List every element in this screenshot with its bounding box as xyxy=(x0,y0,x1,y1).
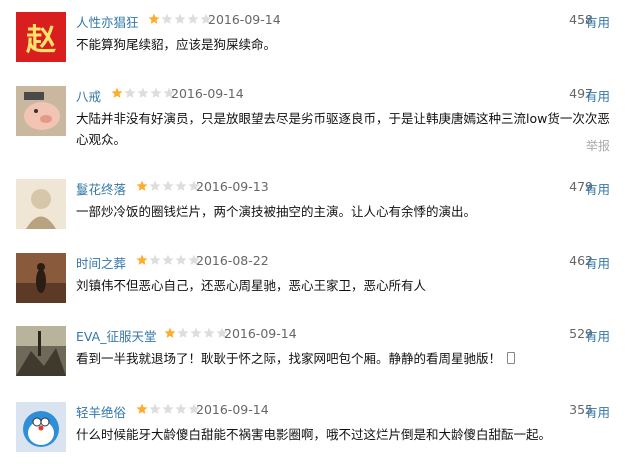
username-link[interactable]: 八戒 xyxy=(76,86,101,105)
silhouette-avatar-image xyxy=(16,253,66,303)
star-empty-icon xyxy=(175,403,187,414)
review-text: 一部炒冷饭的圈钱烂片，两个演技被抽空的主演。让人心有余悸的演出。 xyxy=(76,204,477,219)
rating-stars xyxy=(111,87,175,100)
avatar[interactable] xyxy=(16,86,66,136)
star-filled-icon xyxy=(136,180,148,191)
star-empty-icon xyxy=(149,180,161,191)
username-link[interactable]: 时间之葬 xyxy=(76,253,126,272)
star-empty-icon xyxy=(150,87,162,98)
review-date: 2016-09-14 xyxy=(196,402,269,417)
useful-button[interactable]: 有用 xyxy=(585,86,610,105)
review-date: 2016-09-13 xyxy=(196,179,269,194)
mobile-icon xyxy=(507,352,516,364)
star-empty-icon xyxy=(162,403,174,414)
star-empty-icon xyxy=(177,327,189,338)
star-empty-icon xyxy=(149,403,161,414)
star-empty-icon xyxy=(187,13,199,24)
star-filled-icon xyxy=(136,254,148,265)
avatar-logo-text: 赵 xyxy=(26,23,56,58)
star-empty-icon xyxy=(162,180,174,191)
report-link[interactable]: 举报 xyxy=(586,137,610,154)
star-empty-icon xyxy=(137,87,149,98)
username-link[interactable]: 轻羊绝俗 xyxy=(76,402,126,421)
review-text: 大陆并非没有好演员，只是放眼望去尽是劣币驱逐良币，于是让韩庚唐嫣这种三流low货… xyxy=(76,111,610,147)
star-filled-icon xyxy=(164,327,176,338)
useful-button[interactable]: 有用 xyxy=(585,253,610,272)
rating-stars xyxy=(136,180,200,193)
star-filled-icon xyxy=(136,403,148,414)
review-date: 2016-09-14 xyxy=(224,326,297,341)
avatar[interactable] xyxy=(16,253,66,303)
review-date: 2016-09-14 xyxy=(171,86,244,101)
review-text-body: 看到一半我就退场了！耿耿于怀之际，找家网吧包个厢。静静的看周星驰版！ xyxy=(76,351,502,366)
star-empty-icon xyxy=(190,327,202,338)
star-filled-icon xyxy=(111,87,123,98)
painting-avatar-image xyxy=(16,326,66,376)
useful-button[interactable]: 有用 xyxy=(585,402,610,421)
pig-avatar-image xyxy=(16,86,66,136)
star-filled-icon xyxy=(148,13,160,24)
star-empty-icon xyxy=(174,13,186,24)
star-empty-icon xyxy=(149,254,161,265)
star-empty-icon xyxy=(203,327,215,338)
useful-button[interactable]: 有用 xyxy=(585,326,610,345)
review-text: 不能算狗尾续貂，应该是狗屎续命。 xyxy=(76,37,277,52)
rating-stars xyxy=(136,254,200,267)
username-link[interactable]: 鬘花终落 xyxy=(76,179,126,198)
star-empty-icon xyxy=(175,254,187,265)
rating-stars xyxy=(164,327,228,340)
review-date: 2016-08-22 xyxy=(196,253,269,268)
review-text: 刘镇伟不但恶心自己，还恶心周星驰，恶心王家卫，恶心所有人 xyxy=(76,278,427,293)
star-empty-icon xyxy=(161,13,173,24)
rating-stars xyxy=(148,13,212,26)
rating-stars xyxy=(136,403,200,416)
review-date: 2016-09-14 xyxy=(208,12,281,27)
figure-avatar-image xyxy=(16,179,66,229)
avatar[interactable] xyxy=(16,326,66,376)
avatar[interactable]: 赵 xyxy=(16,12,66,62)
star-empty-icon xyxy=(124,87,136,98)
doraemon-avatar-image xyxy=(16,402,66,452)
star-empty-icon xyxy=(175,180,187,191)
star-empty-icon xyxy=(162,254,174,265)
useful-button[interactable]: 有用 xyxy=(585,179,610,198)
review-text: 看到一半我就退场了！耿耿于怀之际，找家网吧包个厢。静静的看周星驰版！ xyxy=(76,348,611,369)
avatar[interactable] xyxy=(16,402,66,452)
review-text: 什么时候能牙大龄傻白甜能不祸害电影圈啊，哦不过这烂片倒是和大龄傻白甜酝一起。 xyxy=(76,427,552,442)
useful-button[interactable]: 有用 xyxy=(585,12,610,31)
username-link[interactable]: 人性亦猖狂 xyxy=(76,12,139,31)
avatar[interactable] xyxy=(16,179,66,229)
username-link[interactable]: EVA_征服天堂 xyxy=(76,326,156,345)
